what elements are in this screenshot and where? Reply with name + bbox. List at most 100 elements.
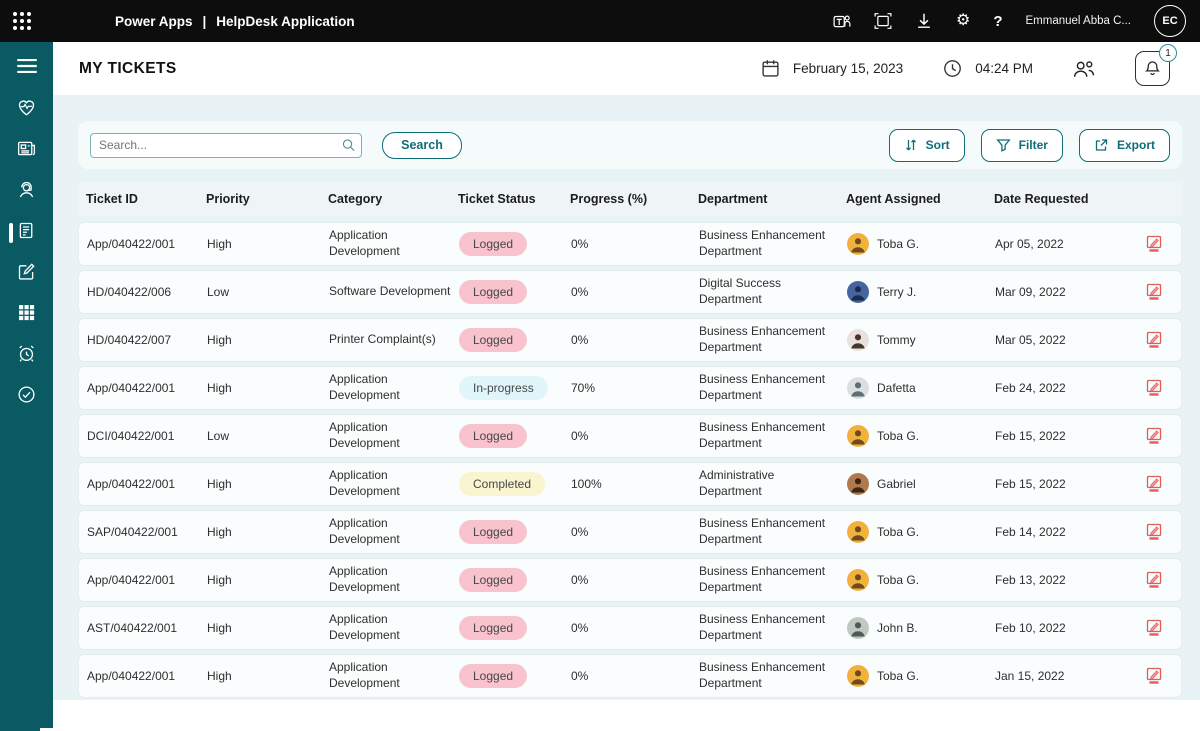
progress-cell: 100%: [571, 477, 699, 491]
date-text: February 15, 2023: [793, 61, 903, 76]
sidebar-item-support[interactable]: [0, 171, 53, 212]
table-row[interactable]: AST/040422/001 High Application Developm…: [78, 606, 1182, 650]
agent-name: Toba G.: [877, 237, 919, 251]
help-icon[interactable]: ?: [993, 13, 1002, 30]
edit-icon[interactable]: [1144, 570, 1164, 590]
table-row[interactable]: App/040422/001 High Application Developm…: [78, 222, 1182, 266]
sidebar-item-new-ticket[interactable]: [0, 253, 53, 294]
agent-avatar: [847, 569, 869, 591]
table-row[interactable]: App/040422/001 High Application Developm…: [78, 558, 1182, 602]
time-text: 04:24 PM: [975, 61, 1033, 76]
ticket-status-cell: Logged: [459, 664, 571, 688]
action-cell: [1127, 474, 1181, 494]
title-divider: |: [203, 14, 207, 29]
agent-name: Dafetta: [877, 381, 916, 395]
edit-icon[interactable]: [1144, 666, 1164, 686]
agent-name: Tommy: [877, 333, 916, 347]
date-requested-cell: Mar 09, 2022: [995, 285, 1127, 299]
ticket-id-cell: HD/040422/006: [87, 285, 207, 299]
table-row[interactable]: App/040422/001 High Application Developm…: [78, 654, 1182, 698]
agent-name: John B.: [877, 621, 918, 635]
column-header-ticket: Ticket ID: [86, 192, 206, 206]
status-badge: Logged: [459, 568, 527, 592]
screen-icon[interactable]: [874, 12, 892, 30]
agent-name: Toba G.: [877, 573, 919, 587]
action-cell: [1127, 522, 1181, 542]
active-indicator: [9, 223, 13, 243]
sidebar-item-done[interactable]: [0, 376, 53, 417]
progress-cell: 0%: [571, 573, 699, 587]
sort-icon: [904, 138, 918, 152]
agent-assigned-cell: Dafetta: [847, 377, 995, 399]
agent-assigned-cell: John B.: [847, 617, 995, 639]
status-badge: Logged: [459, 616, 527, 640]
category-cell: Application Development: [329, 660, 459, 691]
user-avatar[interactable]: EC: [1154, 5, 1186, 37]
check-circle-icon: [16, 384, 37, 410]
filter-icon: [996, 138, 1011, 152]
search-button[interactable]: Search: [382, 132, 462, 159]
action-cell: [1127, 234, 1181, 254]
action-cell: [1127, 282, 1181, 302]
table-row[interactable]: HD/040422/006 Low Software Development L…: [78, 270, 1182, 314]
agent-assigned-cell: Toba G.: [847, 425, 995, 447]
settings-icon[interactable]: ⚙: [956, 13, 970, 29]
edit-icon[interactable]: [1144, 618, 1164, 638]
table-row[interactable]: DCI/040422/001 Low Application Developme…: [78, 414, 1182, 458]
news-icon: [16, 138, 37, 164]
priority-cell: Low: [207, 285, 329, 299]
status-badge: Logged: [459, 664, 527, 688]
category-cell: Software Development: [329, 284, 459, 300]
edit-icon[interactable]: [1144, 426, 1164, 446]
agent-name: Toba G.: [877, 669, 919, 683]
edit-icon[interactable]: [1144, 522, 1164, 542]
edit-icon[interactable]: [1144, 282, 1164, 302]
edit-icon[interactable]: [1144, 474, 1164, 494]
department-cell: Digital Success Department: [699, 276, 847, 307]
table-row[interactable]: HD/040422/007 High Printer Complaint(s) …: [78, 318, 1182, 362]
apps-waffle-icon[interactable]: [13, 12, 31, 30]
notification-badge: 1: [1159, 44, 1177, 62]
documents-icon: [16, 220, 37, 246]
action-cell: [1127, 618, 1181, 638]
department-cell: Business Enhancement Department: [699, 372, 847, 403]
teams-icon[interactable]: [833, 12, 851, 30]
sidebar-item-menu[interactable]: [0, 48, 53, 89]
agent-assigned-cell: Tommy: [847, 329, 995, 351]
user-name[interactable]: Emmanuel Abba C...: [1026, 15, 1131, 27]
category-cell: Application Development: [329, 564, 459, 595]
date-requested-cell: Feb 13, 2022: [995, 573, 1127, 587]
search-input[interactable]: [90, 133, 362, 158]
export-button[interactable]: Export: [1079, 129, 1170, 162]
table-row[interactable]: App/040422/001 High Application Developm…: [78, 462, 1182, 506]
ticket-status-cell: Logged: [459, 280, 571, 304]
column-header-progress: Progress (%): [570, 192, 698, 206]
table-row[interactable]: App/040422/001 High Application Developm…: [78, 366, 1182, 410]
progress-cell: 0%: [571, 525, 699, 539]
edit-icon[interactable]: [1144, 330, 1164, 350]
sidebar-item-reminders[interactable]: [0, 335, 53, 376]
department-cell: Business Enhancement Department: [699, 324, 847, 355]
date-requested-cell: Apr 05, 2022: [995, 237, 1127, 251]
sort-button[interactable]: Sort: [889, 129, 965, 162]
date-requested-cell: Feb 15, 2022: [995, 477, 1127, 491]
sidebar-item-health[interactable]: [0, 89, 53, 130]
agent-avatar: [847, 425, 869, 447]
edit-icon[interactable]: [1144, 234, 1164, 254]
edit-icon[interactable]: [1144, 378, 1164, 398]
ticket-id-cell: App/040422/001: [87, 573, 207, 587]
apps-grid-icon: [16, 302, 37, 328]
notifications-button[interactable]: 1: [1135, 51, 1170, 86]
category-cell: Application Development: [329, 228, 459, 259]
user-initials: EC: [1162, 15, 1177, 27]
sidebar-item-my-tickets[interactable]: [0, 212, 53, 253]
search-icon: [342, 139, 355, 152]
filter-button[interactable]: Filter: [981, 129, 1063, 162]
table-row[interactable]: SAP/040422/001 High Application Developm…: [78, 510, 1182, 554]
ticket-id-cell: SAP/040422/001: [87, 525, 207, 539]
priority-cell: Low: [207, 429, 329, 443]
sidebar-item-apps[interactable]: [0, 294, 53, 335]
people-icon[interactable]: [1073, 60, 1095, 78]
download-icon[interactable]: [915, 12, 933, 30]
sidebar-item-news[interactable]: [0, 130, 53, 171]
